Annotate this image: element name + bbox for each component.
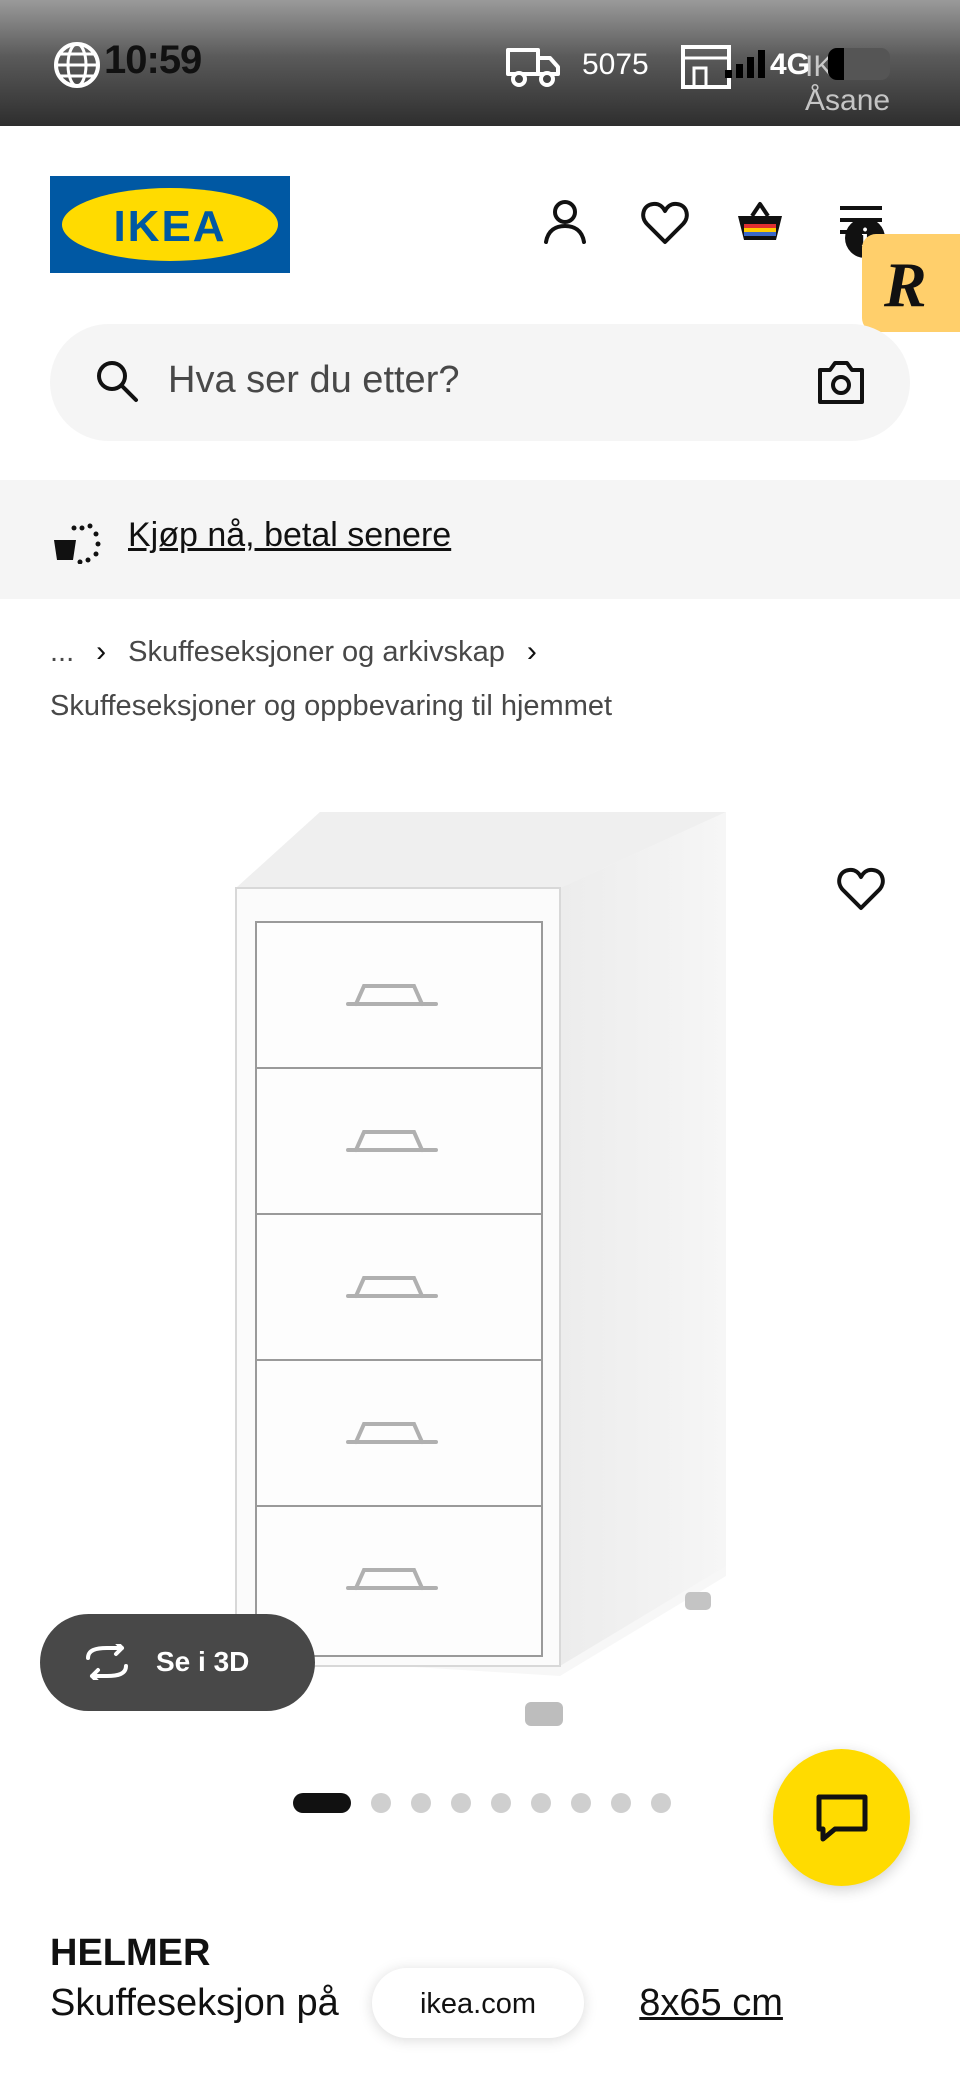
delivery-postcode[interactable]: 5075 <box>582 48 649 82</box>
carousel-dots <box>293 1793 671 1813</box>
browser-url: ikea.com <box>419 1988 537 2020</box>
camera-icon[interactable] <box>816 358 866 406</box>
carousel-dot[interactable] <box>531 1793 551 1813</box>
chat-bubble-icon <box>816 1794 868 1842</box>
carousel-dot[interactable] <box>651 1793 671 1813</box>
network-type: 4G <box>770 48 811 81</box>
status-bar: 10:59 5075 IKEA Åsane 4G <box>0 0 960 126</box>
carousel-dot[interactable] <box>451 1793 471 1813</box>
product-size-link[interactable]: 8x65 cm <box>639 1982 783 2024</box>
payment-banner: Kjøp nå, betal senere <box>0 480 960 599</box>
product-image[interactable] <box>230 806 730 1736</box>
chat-button[interactable] <box>773 1749 910 1886</box>
extension-badge[interactable]: R <box>862 234 960 332</box>
breadcrumb: ... › Skuffeseksjoner og arkivskap › Sku… <box>50 632 612 723</box>
delivery-truck-icon[interactable] <box>505 44 561 88</box>
view-in-3d-label: Se i 3D <box>156 1646 250 1677</box>
signal-icon <box>725 50 765 78</box>
carousel-dot[interactable] <box>371 1793 391 1813</box>
installment-icon <box>54 523 101 564</box>
product-name: HELMER <box>50 1932 211 1974</box>
basket-icon[interactable] <box>735 198 785 248</box>
carousel-dot[interactable] <box>411 1793 431 1813</box>
rotate-3d-icon <box>86 1644 128 1680</box>
view-in-3d-button[interactable]: Se i 3D <box>40 1614 315 1711</box>
buy-now-pay-later-link[interactable]: Kjøp nå, betal senere <box>128 516 451 555</box>
heart-icon[interactable] <box>640 198 690 248</box>
ikea-logo[interactable]: IKEA <box>50 176 290 273</box>
carousel-dot[interactable] <box>611 1793 631 1813</box>
battery-icon <box>828 48 890 80</box>
globe-icon[interactable] <box>52 40 102 90</box>
clock: 10:59 <box>104 38 202 82</box>
carousel-dot[interactable] <box>491 1793 511 1813</box>
carousel-dot[interactable] <box>571 1793 591 1813</box>
chevron-right-icon: › <box>96 635 107 668</box>
extension-badge-letter: R <box>884 249 927 320</box>
carousel-dot[interactable] <box>293 1793 351 1813</box>
breadcrumb-item-drawers[interactable]: Skuffeseksjoner og arkivskap <box>128 636 505 669</box>
search-bar[interactable]: Hva ser du etter? <box>50 324 910 441</box>
product-description-start: Skuffeseksjon på <box>50 1982 350 2024</box>
logo-text: IKEA <box>113 202 227 251</box>
chevron-right-icon: › <box>526 635 537 668</box>
breadcrumb-item-current[interactable]: Skuffeseksjoner og oppbevaring til hjemm… <box>50 690 612 723</box>
search-input[interactable]: Hva ser du etter? <box>168 359 459 402</box>
breadcrumb-ellipsis[interactable]: ... <box>50 636 74 669</box>
user-icon[interactable] <box>540 198 590 248</box>
favorite-heart-icon[interactable] <box>836 864 886 914</box>
search-icon <box>97 361 138 402</box>
browser-url-bar[interactable]: ikea.com <box>372 1968 584 2038</box>
